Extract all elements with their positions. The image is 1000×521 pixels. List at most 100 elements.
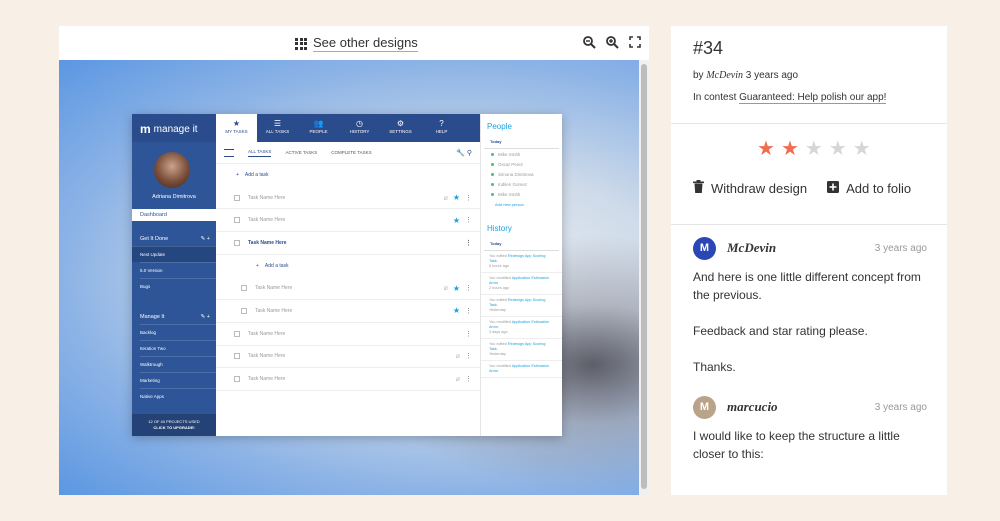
mockup-nav-item: ⚙ SETTINGS bbox=[380, 114, 421, 142]
contest-link[interactable]: Guaranteed: Help polish our app! bbox=[739, 92, 887, 104]
tab-complete-tasks: COMPLETE TASKS bbox=[331, 150, 372, 155]
more-icon: ⋮ bbox=[465, 285, 472, 293]
online-dot-icon bbox=[491, 192, 494, 196]
more-icon: ⋮ bbox=[465, 376, 472, 384]
task-row: Task Name Here ⋮ bbox=[216, 232, 480, 255]
tools-icon: 🔧 ⚲ bbox=[456, 149, 472, 157]
avatar[interactable]: M bbox=[693, 395, 716, 419]
comments-list: M McDevin 3 years ago And here is one littl… bbox=[671, 235, 947, 463]
star-4-icon[interactable]: ★ bbox=[829, 136, 847, 161]
mockup-topbar: m manage it ★ MY TASKS ☰ ALL TASKS 👥 PEOPLE ◷ HI… bbox=[132, 114, 480, 142]
nav-icon: 👥 bbox=[313, 119, 324, 128]
star-icon: ★ bbox=[452, 306, 460, 316]
add-person-link: Add new person bbox=[495, 202, 524, 207]
task-row: Task Name Here ★ ⋮ bbox=[216, 300, 480, 323]
person-item: Mike Smith bbox=[481, 149, 562, 159]
zoom-in-icon[interactable] bbox=[606, 36, 619, 49]
nav-icon: ? bbox=[439, 119, 444, 128]
attachment-icon: ⌀ bbox=[443, 285, 448, 293]
nav-icon: ◷ bbox=[356, 119, 363, 128]
comment-author[interactable]: marcucio bbox=[727, 399, 778, 415]
history-item: You edited Redesign App Scoring Task. 8 h… bbox=[481, 251, 562, 273]
people-title: People bbox=[487, 122, 512, 131]
task-checkbox bbox=[234, 239, 240, 246]
sidebar-item: Native Apps bbox=[140, 388, 216, 404]
sidebar-section-get-it-done: Get It Done ✎ + Next Update 5.0 Version B… bbox=[132, 236, 216, 294]
contest-line: In contest Guaranteed: Help polish our a… bbox=[693, 92, 887, 104]
star-icon: ★ bbox=[452, 193, 460, 203]
star-5-icon[interactable]: ★ bbox=[853, 136, 871, 161]
comment-text: Feedback and star rating please. bbox=[693, 324, 868, 338]
grid-icon bbox=[295, 37, 307, 50]
zoom-out-icon[interactable] bbox=[583, 36, 596, 49]
mockup-nav-item: 👥 PEOPLE bbox=[298, 114, 339, 142]
design-details-panel: #34 by McDevin 3 years ago In contest Gu… bbox=[671, 26, 947, 495]
attachment-icon: ⌀ bbox=[443, 194, 448, 202]
upgrade-banner: 12 OF 40 PROJECTS USED CLICK TO UPGRADE! bbox=[132, 414, 216, 436]
sidebar-item: Iteration Two bbox=[140, 340, 216, 356]
author-link[interactable]: McDevin bbox=[706, 70, 743, 81]
nav-icon: ⚙ bbox=[396, 119, 405, 128]
design-number: #34 bbox=[693, 38, 724, 58]
history-item: You edited Redesign App Scoring Task. Yes… bbox=[481, 295, 562, 317]
star-2-icon[interactable]: ★ bbox=[781, 136, 799, 161]
mockup-logo: m manage it bbox=[140, 122, 198, 136]
withdraw-design-button[interactable]: Withdraw design bbox=[693, 180, 807, 196]
star-1-icon[interactable]: ★ bbox=[757, 136, 775, 161]
task-checkbox bbox=[234, 217, 240, 224]
menu-icon bbox=[224, 148, 234, 157]
nav-icon: ★ bbox=[232, 119, 241, 128]
plus-box-icon bbox=[827, 180, 840, 196]
today-label: Today bbox=[484, 135, 559, 149]
task-row: Task Name Here ⌀ ⋮ bbox=[216, 368, 480, 391]
add-folio-label: Add to folio bbox=[846, 180, 912, 196]
more-icon: ⋮ bbox=[465, 353, 472, 361]
history-item: You modified Application Estimation Amm.… bbox=[481, 317, 562, 339]
person-item: Mike Smith bbox=[481, 189, 562, 199]
nav-icon: ☰ bbox=[273, 119, 282, 128]
star-3-icon[interactable]: ★ bbox=[805, 136, 823, 161]
tab-active-tasks: ACTIVE TASKS bbox=[285, 150, 318, 155]
task-row: Task Name Here ⌀ ★ ⋮ bbox=[216, 187, 480, 210]
comment: M McDevin 3 years ago And here is one littl… bbox=[671, 235, 947, 376]
viewer-scrollbar[interactable] bbox=[639, 60, 649, 495]
user-avatar bbox=[154, 152, 190, 188]
tab-all-tasks: ALL TASKS bbox=[248, 149, 272, 157]
task-row: Task Name Here ⌀ ★ ⋮ bbox=[216, 277, 480, 301]
avatar[interactable]: M bbox=[693, 236, 716, 260]
task-checkbox bbox=[234, 330, 240, 337]
more-icon: ⋮ bbox=[465, 194, 472, 202]
online-dot-icon bbox=[491, 152, 494, 156]
history-item: You modified Application Estimation Amm. bbox=[481, 361, 562, 378]
see-other-designs-link[interactable]: See other designs bbox=[295, 35, 418, 52]
more-icon: ⋮ bbox=[465, 217, 472, 225]
history-item: You modified Application Estimation Amm.… bbox=[481, 273, 562, 295]
more-icon: ⋮ bbox=[465, 239, 472, 247]
comment-author[interactable]: McDevin bbox=[727, 240, 776, 256]
more-icon: ⋮ bbox=[465, 330, 472, 338]
comment: Mmarcucio 3 years ago I would like to keep… bbox=[671, 394, 947, 463]
online-dot-icon bbox=[491, 172, 494, 176]
history-title: History bbox=[487, 224, 512, 233]
sidebar-item: Bugs bbox=[140, 278, 216, 294]
task-row: Task Name Here ★ ⋮ bbox=[216, 209, 480, 233]
design-canvas[interactable]: m manage it ★ MY TASKS ☰ ALL TASKS 👥 PEOPLE ◷ HI… bbox=[59, 60, 639, 495]
task-checkbox bbox=[241, 307, 247, 314]
online-dot-icon bbox=[491, 182, 494, 186]
sidebar-item-dashboard: Dashboard bbox=[132, 209, 216, 221]
comment-time: 3 years ago bbox=[874, 401, 927, 413]
task-checkbox bbox=[234, 376, 240, 383]
fullscreen-icon[interactable] bbox=[629, 36, 641, 49]
sidebar-item: Marketing bbox=[140, 372, 216, 388]
task-checkbox bbox=[241, 285, 247, 292]
mockup-task-list: ALL TASKS ACTIVE TASKS COMPLETE TASKS 🔧 … bbox=[216, 142, 480, 436]
task-row: Task Name Here ⌀ ⋮ bbox=[216, 346, 480, 369]
task-checkbox bbox=[234, 194, 240, 201]
sidebar-item: Next Update bbox=[132, 246, 216, 262]
add-to-folio-button[interactable]: Add to folio bbox=[827, 180, 911, 196]
mockup-nav-item: ★ MY TASKS bbox=[216, 114, 257, 142]
comment-text: And here is one little different concept… bbox=[693, 270, 921, 302]
design-author-line: by McDevin 3 years ago bbox=[693, 70, 799, 81]
comment-text: I would like to keep the structure a lit… bbox=[693, 429, 900, 461]
star-rating[interactable]: ★ ★ ★ ★ ★ bbox=[757, 136, 871, 161]
